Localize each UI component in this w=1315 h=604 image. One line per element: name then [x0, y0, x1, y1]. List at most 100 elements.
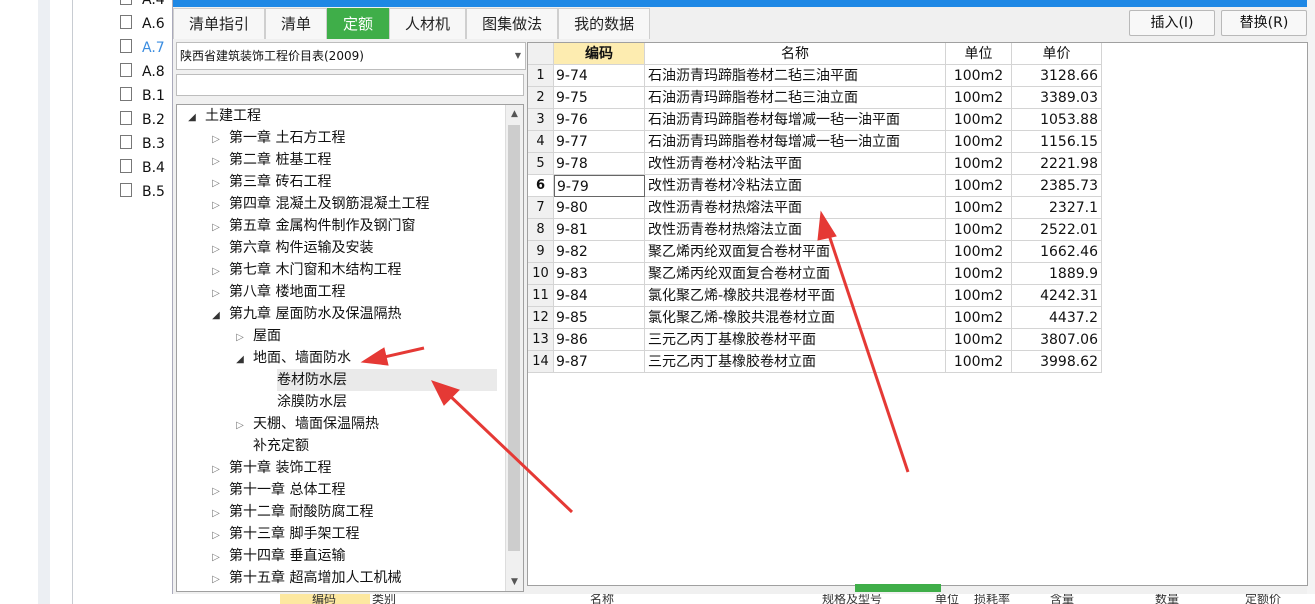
quota-unit-cell[interactable]: 100m2	[946, 175, 1012, 197]
tree-item[interactable]: 卷材防水层	[277, 369, 497, 391]
row-number[interactable]: 7	[528, 197, 554, 219]
quota-name-cell[interactable]: 改性沥青卷材热熔法平面	[645, 197, 946, 219]
tree-item[interactable]: ▷ 第五章 金属构件制作及钢门窗	[209, 215, 415, 237]
tree-item[interactable]: ▷ 天棚、墙面保温隔热	[233, 413, 379, 435]
tree-item[interactable]: ▷ 第三章 砖石工程	[209, 171, 331, 193]
quota-code-cell[interactable]: 9-78	[554, 153, 645, 175]
tree-item[interactable]: ◢ 第九章 屋面防水及保温隔热	[209, 303, 401, 325]
collapsed-triangle-icon[interactable]: ▷	[209, 503, 223, 525]
collapsed-triangle-icon[interactable]: ▷	[209, 195, 223, 217]
quota-code-cell[interactable]: 9-86	[554, 329, 645, 351]
collapsed-triangle-icon[interactable]: ▷	[209, 481, 223, 503]
row-number[interactable]: 9	[528, 241, 554, 263]
tree-item[interactable]: ▷ 第十二章 耐酸防腐工程	[209, 501, 373, 523]
quota-name-cell[interactable]: 改性沥青卷材热熔法立面	[645, 219, 946, 241]
row-number[interactable]: 10	[528, 263, 554, 285]
tab-3[interactable]: 定额	[327, 8, 390, 39]
collapsed-triangle-icon[interactable]: ▷	[209, 217, 223, 239]
quota-price-cell[interactable]: 2385.73	[1012, 175, 1102, 197]
row-number[interactable]: 4	[528, 131, 554, 153]
collapsed-triangle-icon[interactable]: ▷	[209, 239, 223, 261]
quota-price-cell[interactable]: 3807.06	[1012, 329, 1102, 351]
collapsed-triangle-icon[interactable]: ▷	[209, 261, 223, 283]
tree-item[interactable]: ▷ 第十章 装饰工程	[209, 457, 331, 479]
quota-price-cell[interactable]: 3998.62	[1012, 351, 1102, 373]
quota-unit-cell[interactable]: 100m2	[946, 329, 1012, 351]
panel-collapse-handle[interactable]	[855, 584, 941, 592]
quota-unit-cell[interactable]: 100m2	[946, 87, 1012, 109]
column-header-name[interactable]: 名称	[645, 43, 946, 65]
tree-item[interactable]: 涂膜防水层	[257, 391, 347, 413]
quota-unit-cell[interactable]: 100m2	[946, 65, 1012, 87]
quota-code-cell[interactable]: 9-85	[554, 307, 645, 329]
quota-code-cell[interactable]: 9-82	[554, 241, 645, 263]
quota-name-cell[interactable]: 改性沥青卷材冷粘法立面	[645, 175, 946, 197]
tree-item[interactable]: ▷ 第二章 桩基工程	[209, 149, 331, 171]
quota-name-cell[interactable]: 石油沥青玛蹄脂卷材二毡三油立面	[645, 87, 946, 109]
collapsed-triangle-icon[interactable]: ▷	[209, 525, 223, 547]
tree-item[interactable]: ▷ 第十五章 超高增加人工机械	[209, 567, 401, 589]
column-header-unit[interactable]: 单位	[946, 43, 1012, 65]
quota-code-cell[interactable]: 9-77	[554, 131, 645, 153]
quota-unit-cell[interactable]: 100m2	[946, 219, 1012, 241]
tab-6[interactable]: 我的数据	[558, 8, 651, 39]
quota-unit-cell[interactable]: 100m2	[946, 109, 1012, 131]
quota-price-cell[interactable]: 4242.31	[1012, 285, 1102, 307]
quota-code-cell[interactable]: 9-84	[554, 285, 645, 307]
column-header-code[interactable]: 编码	[554, 43, 645, 65]
tab-1[interactable]: 清单指引	[173, 8, 266, 39]
tree-item[interactable]: ▷ 屋面	[233, 325, 281, 347]
quota-name-cell[interactable]: 石油沥青玛蹄脂卷材每增减一毡一油平面	[645, 109, 946, 131]
collapsed-triangle-icon[interactable]: ▷	[233, 415, 247, 437]
quota-price-cell[interactable]: 3389.03	[1012, 87, 1102, 109]
quota-name-cell[interactable]: 聚乙烯丙纶双面复合卷材平面	[645, 241, 946, 263]
tree-item[interactable]: ▷ 第十四章 垂直运输	[209, 545, 345, 567]
tab-2[interactable]: 清单	[265, 8, 328, 39]
scroll-up-arrow-icon[interactable]: ▲	[506, 105, 523, 123]
quota-price-cell[interactable]: 2522.01	[1012, 219, 1102, 241]
quota-price-cell[interactable]: 1662.46	[1012, 241, 1102, 263]
tree-item[interactable]: ◢ 土建工程	[185, 105, 261, 127]
tree-item[interactable]: ◢ 地面、墙面防水	[233, 347, 351, 369]
quota-unit-cell[interactable]: 100m2	[946, 241, 1012, 263]
collapsed-triangle-icon[interactable]: ▷	[209, 129, 223, 151]
quota-unit-cell[interactable]: 100m2	[946, 307, 1012, 329]
collapsed-triangle-icon[interactable]: ▷	[233, 327, 247, 349]
tree-item[interactable]: ▷ 第十三章 脚手架工程	[209, 523, 359, 545]
scroll-thumb[interactable]	[508, 125, 520, 551]
row-number[interactable]: 2	[528, 87, 554, 109]
expanded-triangle-icon[interactable]: ◢	[185, 107, 199, 129]
scroll-down-arrow-icon[interactable]: ▼	[506, 573, 523, 591]
quota-price-cell[interactable]: 2327.1	[1012, 197, 1102, 219]
tree-item[interactable]: ▷ 第十一章 总体工程	[209, 479, 345, 501]
row-number[interactable]: 13	[528, 329, 554, 351]
quota-price-cell[interactable]: 2221.98	[1012, 153, 1102, 175]
search-input[interactable]	[176, 74, 524, 96]
quota-unit-cell[interactable]: 100m2	[946, 263, 1012, 285]
quota-code-cell[interactable]: 9-74	[554, 65, 645, 87]
tree-item[interactable]: ▷ 第八章 楼地面工程	[209, 281, 345, 303]
quota-name-cell[interactable]: 三元乙丙丁基橡胶卷材平面	[645, 329, 946, 351]
quota-price-cell[interactable]: 1889.9	[1012, 263, 1102, 285]
tree-item[interactable]: ▷ 第一章 土石方工程	[209, 127, 345, 149]
quota-name-cell[interactable]: 氯化聚乙烯-橡胶共混卷材平面	[645, 285, 946, 307]
quota-name-cell[interactable]: 石油沥青玛蹄脂卷材二毡三油平面	[645, 65, 946, 87]
quota-code-cell[interactable]: 9-81	[554, 219, 645, 241]
collapsed-triangle-icon[interactable]: ▷	[209, 151, 223, 173]
quota-price-cell[interactable]: 3128.66	[1012, 65, 1102, 87]
expanded-triangle-icon[interactable]: ◢	[233, 349, 247, 371]
quota-price-cell[interactable]: 1053.88	[1012, 109, 1102, 131]
collapsed-triangle-icon[interactable]: ▷	[209, 569, 223, 591]
column-header-price[interactable]: 单价	[1012, 43, 1102, 65]
quota-unit-cell[interactable]: 100m2	[946, 285, 1012, 307]
quota-code-cell[interactable]: 9-83	[554, 263, 645, 285]
row-number[interactable]: 8	[528, 219, 554, 241]
quota-code-cell[interactable]: 9-87	[554, 351, 645, 373]
tab-5[interactable]: 图集做法	[466, 8, 559, 39]
row-number[interactable]: 3	[528, 109, 554, 131]
row-number[interactable]: 5	[528, 153, 554, 175]
quota-code-cell[interactable]: 9-80	[554, 197, 645, 219]
library-select[interactable]: 陕西省建筑装饰工程价目表(2009) ▼	[176, 42, 526, 70]
tree-scrollbar[interactable]: ▲ ▼	[505, 105, 523, 591]
row-number[interactable]: 12	[528, 307, 554, 329]
